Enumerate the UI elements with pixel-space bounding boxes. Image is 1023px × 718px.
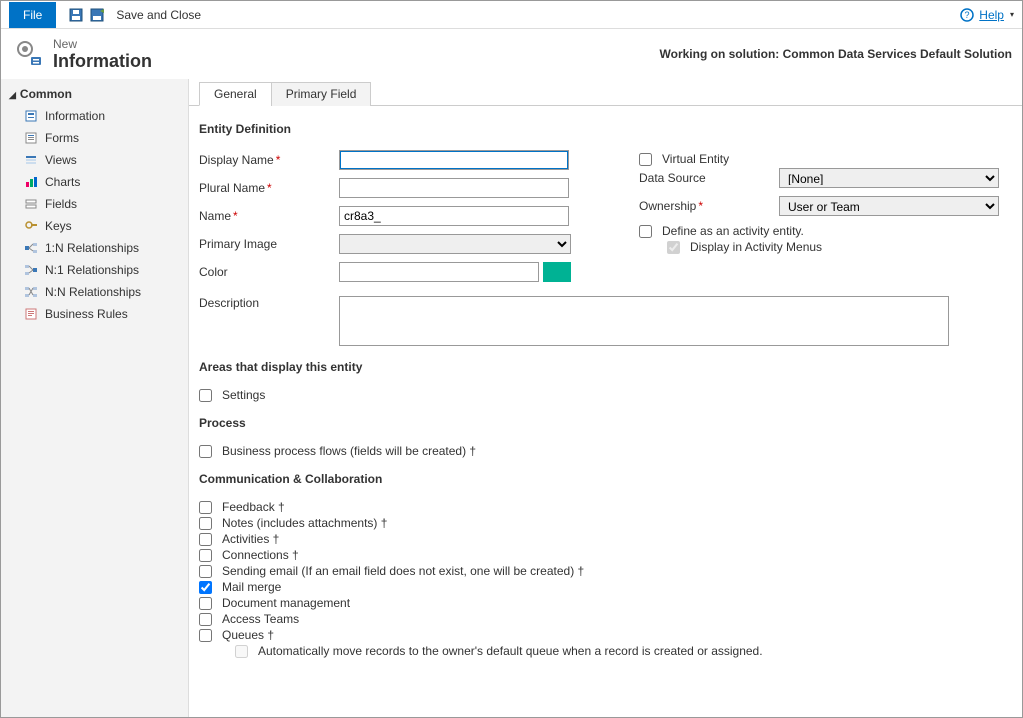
sidebar-item-label: Information [45, 109, 105, 123]
save-icon[interactable] [68, 7, 84, 23]
label-ownership: Ownership* [639, 199, 779, 213]
label-plural-name: Plural Name* [199, 181, 339, 195]
sidebar-item-information[interactable]: Information [1, 105, 188, 127]
sidebar-item-label: Forms [45, 131, 79, 145]
header-title: Information [53, 51, 152, 72]
keys-icon [23, 218, 39, 234]
information-icon [23, 108, 39, 124]
feedback-label: Feedback † [222, 500, 285, 514]
sidebar-item-business-rules[interactable]: Business Rules [1, 303, 188, 325]
save-close-icon[interactable] [90, 7, 106, 23]
send-email-checkbox[interactable] [199, 565, 212, 578]
virtual-entity-checkbox[interactable] [639, 153, 652, 166]
description-textarea[interactable] [339, 296, 949, 346]
label-data-source: Data Source [639, 171, 779, 185]
sidebar-item-views[interactable]: Views [1, 149, 188, 171]
auto-queue-checkbox [235, 645, 248, 658]
one-n-icon [23, 240, 39, 256]
sidebar-item-label: 1:N Relationships [45, 241, 139, 255]
sidebar-item-label: N:N Relationships [45, 285, 141, 299]
activities-label: Activities † [222, 532, 279, 546]
views-icon [23, 152, 39, 168]
sidebar-item-label: Business Rules [45, 307, 128, 321]
name-input[interactable] [339, 206, 569, 226]
sidebar-item-n1[interactable]: N:1 Relationships [1, 259, 188, 281]
access-teams-label: Access Teams [222, 612, 299, 626]
help-icon[interactable]: ? [959, 7, 975, 23]
notes-checkbox[interactable] [199, 517, 212, 530]
help-link[interactable]: Help [979, 8, 1004, 22]
forms-icon [23, 130, 39, 146]
feedback-checkbox[interactable] [199, 501, 212, 514]
section-entity-definition: Entity Definition [199, 122, 1002, 136]
section-cc: Communication & Collaboration [199, 472, 1002, 486]
label-display-activity-menus: Display in Activity Menus [690, 240, 822, 254]
label-primary-image: Primary Image [199, 237, 339, 251]
fields-icon [23, 196, 39, 212]
sidebar-item-label: N:1 Relationships [45, 263, 139, 277]
tab-general[interactable]: General [199, 82, 272, 106]
doc-mgmt-checkbox[interactable] [199, 597, 212, 610]
doc-mgmt-label: Document management [222, 596, 350, 610]
label-name: Name* [199, 209, 339, 223]
tab-primary-field[interactable]: Primary Field [271, 82, 372, 106]
ownership-select[interactable]: User or Team [779, 196, 999, 216]
solution-context: Working on solution: Common Data Service… [660, 47, 1012, 61]
sidebar-item-forms[interactable]: Forms [1, 127, 188, 149]
sidebar-item-1n[interactable]: 1:N Relationships [1, 237, 188, 259]
sidebar-item-keys[interactable]: Keys [1, 215, 188, 237]
sidebar-group-common[interactable]: Common [1, 83, 188, 105]
label-define-activity: Define as an activity entity. [662, 224, 804, 238]
queues-label: Queues † [222, 628, 274, 642]
area-settings-checkbox[interactable] [199, 389, 212, 402]
display-activity-menus-checkbox [667, 241, 680, 254]
help-text: elp [988, 8, 1004, 22]
charts-icon [23, 174, 39, 190]
svg-text:?: ? [965, 10, 970, 20]
sidebar-item-nn[interactable]: N:N Relationships [1, 281, 188, 303]
connections-label: Connections † [222, 548, 299, 562]
color-swatch[interactable] [543, 262, 571, 282]
section-areas: Areas that display this entity [199, 360, 1002, 374]
bp-flows-checkbox[interactable] [199, 445, 212, 458]
help-dropdown-caret[interactable]: ▾ [1010, 10, 1014, 19]
access-teams-checkbox[interactable] [199, 613, 212, 626]
label-virtual-entity: Virtual Entity [662, 152, 729, 166]
label-display-name: Display Name* [199, 153, 339, 167]
header-subtitle: New [53, 37, 152, 51]
sidebar-item-label: Charts [45, 175, 80, 189]
sidebar-item-label: Fields [45, 197, 77, 211]
area-settings-label: Settings [222, 388, 265, 402]
sidebar-item-fields[interactable]: Fields [1, 193, 188, 215]
save-close-label[interactable]: Save and Close [116, 8, 201, 22]
sidebar: Common Information Forms Views Charts Fi… [1, 79, 189, 717]
sidebar-item-charts[interactable]: Charts [1, 171, 188, 193]
label-color: Color [199, 265, 339, 279]
notes-label: Notes (includes attachments) † [222, 516, 387, 530]
mail-merge-checkbox[interactable] [199, 581, 212, 594]
color-input[interactable] [339, 262, 539, 282]
form-scroll-area[interactable]: Entity Definition Display Name* Plural N… [189, 106, 1022, 717]
label-description: Description [199, 296, 339, 310]
business-rules-icon [23, 306, 39, 322]
activities-checkbox[interactable] [199, 533, 212, 546]
auto-queue-label: Automatically move records to the owner'… [258, 644, 763, 658]
n-n-icon [23, 284, 39, 300]
send-email-label: Sending email (If an email field does no… [222, 564, 584, 578]
primary-image-select[interactable] [339, 234, 571, 254]
entity-icon [15, 39, 43, 70]
plural-name-input[interactable] [339, 178, 569, 198]
queues-checkbox[interactable] [199, 629, 212, 642]
file-menu[interactable]: File [9, 2, 56, 28]
connections-checkbox[interactable] [199, 549, 212, 562]
mail-merge-label: Mail merge [222, 580, 281, 594]
display-name-input[interactable] [339, 150, 569, 170]
data-source-select[interactable]: [None] [779, 168, 999, 188]
sidebar-item-label: Keys [45, 219, 72, 233]
define-activity-checkbox[interactable] [639, 225, 652, 238]
bp-flows-label: Business process flows (fields will be c… [222, 444, 476, 458]
section-process: Process [199, 416, 1002, 430]
sidebar-item-label: Views [45, 153, 77, 167]
n-one-icon [23, 262, 39, 278]
